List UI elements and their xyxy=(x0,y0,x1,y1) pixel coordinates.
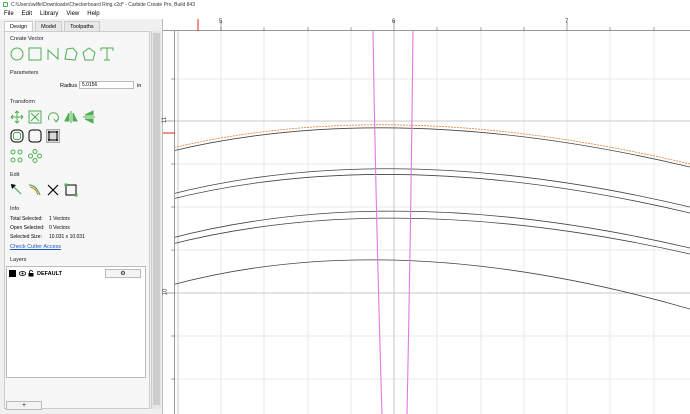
info-selected-size: Selected Size: 10.031 x 10.031 xyxy=(10,234,85,240)
ruler-label-11: 11 xyxy=(162,116,169,124)
circle-icon[interactable] xyxy=(10,47,24,61)
layers-title: Layers xyxy=(10,257,27,263)
layer-color-swatch[interactable] xyxy=(9,270,16,277)
polyline-icon[interactable] xyxy=(64,47,78,61)
add-layer-button[interactable]: + xyxy=(6,401,42,410)
grid-array-icon[interactable] xyxy=(28,149,42,163)
ruler-horizontal: 5 6 7 xyxy=(163,19,690,31)
trim-icon[interactable] xyxy=(46,183,60,197)
parameters-title: Parameters xyxy=(10,70,39,76)
polygon-icon[interactable] xyxy=(82,47,96,61)
join-icon[interactable] xyxy=(28,183,42,197)
menu-edit[interactable]: Edit xyxy=(22,11,32,17)
window-title: C:\Users\wilfe\Downloads\Checkerboard Ri… xyxy=(11,1,195,8)
radius-input[interactable] xyxy=(79,81,134,89)
ring-arc-5 xyxy=(167,259,690,310)
lock-icon[interactable] xyxy=(28,270,34,277)
mirror-horizontal-icon[interactable] xyxy=(64,110,78,124)
vector-arcs xyxy=(167,124,690,310)
panel-scrollbar[interactable] xyxy=(151,31,161,409)
transform-tools-3 xyxy=(10,149,46,163)
layer-row-default[interactable]: DEFAULT ⚙ xyxy=(9,269,144,278)
edit-title: Edit xyxy=(10,172,20,178)
rotate-icon[interactable] xyxy=(46,110,60,124)
scale-icon[interactable] xyxy=(28,110,42,124)
node-edit-icon[interactable] xyxy=(10,183,24,197)
ring-arc-3 xyxy=(167,210,690,249)
layers-list: DEFAULT ⚙ xyxy=(6,266,146,378)
ruler-label-5: 5 xyxy=(219,19,223,25)
text-icon[interactable] xyxy=(100,47,114,61)
title-bar: C:\Users\wilfe\Downloads\Checkerboard Ri… xyxy=(0,0,690,9)
edit-tools xyxy=(10,183,82,197)
menu-file[interactable]: File xyxy=(4,11,14,17)
left-panel: Design Model Toolpaths Create Vector Par… xyxy=(0,19,163,414)
canvas-drawing[interactable] xyxy=(163,19,690,414)
rectangle-icon[interactable] xyxy=(28,47,42,61)
ring-arc-4 xyxy=(167,217,690,255)
major-grid-lines xyxy=(175,31,690,414)
selected-arc-outer xyxy=(167,124,690,165)
transform-title: Transform xyxy=(10,99,35,105)
transform-tools-2 xyxy=(10,129,64,143)
menu-bar: File Edit Library View Help xyxy=(0,9,690,19)
menu-help[interactable]: Help xyxy=(87,11,99,17)
ruler-vertical: 11 10 xyxy=(162,31,175,414)
ring-arc-1 xyxy=(167,168,690,208)
scroll-thumb[interactable] xyxy=(153,33,160,405)
ruler-label-6: 6 xyxy=(392,19,396,25)
check-cutter-access-link[interactable]: Check Cutter Access xyxy=(10,244,61,250)
curve-icon[interactable] xyxy=(46,47,60,61)
menu-view[interactable]: View xyxy=(66,11,79,17)
boolean-icon[interactable] xyxy=(64,183,78,197)
eye-icon[interactable] xyxy=(19,271,26,276)
align-icon[interactable] xyxy=(46,129,60,143)
ruler-label-7: 7 xyxy=(565,19,569,25)
design-canvas[interactable]: 5 6 7 11 10 xyxy=(162,19,690,414)
ruler-label-10: 10 xyxy=(162,288,169,296)
layer-settings-button[interactable]: ⚙ xyxy=(105,269,141,278)
gear-icon: ⚙ xyxy=(120,271,126,277)
tool-guide-right xyxy=(406,30,414,414)
info-total-selected: Total Selected: 1 Vectors xyxy=(10,216,70,222)
offset-icon[interactable] xyxy=(10,129,24,143)
fillet-icon[interactable] xyxy=(28,129,42,143)
grid-lines xyxy=(175,31,690,414)
layer-name: DEFAULT xyxy=(37,270,62,277)
move-icon[interactable] xyxy=(10,110,24,124)
menu-library[interactable]: Library xyxy=(40,11,58,17)
mirror-vertical-icon[interactable] xyxy=(82,110,96,124)
create-vector-tools xyxy=(10,47,118,61)
tool-guide-lines xyxy=(372,30,414,414)
transform-tools-1 xyxy=(10,110,100,124)
radius-label: Radius xyxy=(60,83,78,89)
app-icon xyxy=(3,2,8,7)
info-title: Info xyxy=(10,206,20,212)
radius-unit: in xyxy=(137,83,142,89)
circular-array-icon[interactable] xyxy=(10,149,24,163)
create-vector-title: Create Vector xyxy=(10,36,44,42)
info-open-selected: Open Selected: 0 Vectors xyxy=(10,225,70,231)
tool-guide-left xyxy=(372,30,383,414)
